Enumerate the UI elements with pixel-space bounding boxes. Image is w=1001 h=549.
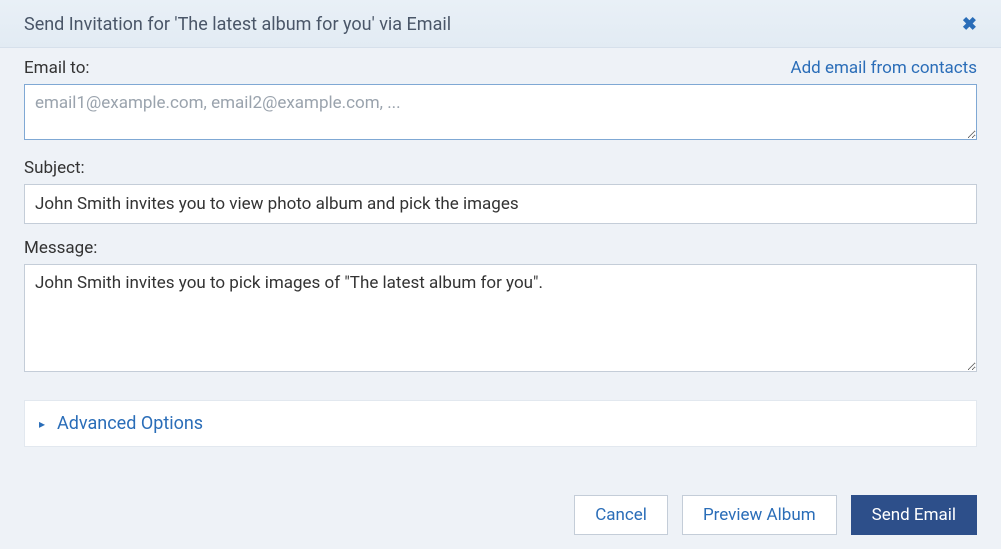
send-invitation-dialog: Send Invitation for 'The latest album fo… [0,0,1001,549]
dialog-header: Send Invitation for 'The latest album fo… [0,0,1001,48]
add-email-from-contacts-link[interactable]: Add email from contacts [791,58,978,78]
dialog-footer: Cancel Preview Album Send Email [0,477,1001,549]
email-label-row: Email to: Add email from contacts [24,58,977,78]
email-to-input[interactable] [24,84,977,140]
preview-album-button[interactable]: Preview Album [682,495,837,535]
subject-label: Subject: [24,158,85,178]
advanced-options-label: Advanced Options [57,413,203,434]
email-label: Email to: [24,58,90,78]
dialog-title: Send Invitation for 'The latest album fo… [24,14,451,35]
email-field-row: Email to: Add email from contacts [24,58,977,144]
caret-right-icon: ▸ [39,418,45,430]
send-email-button[interactable]: Send Email [851,495,977,535]
close-icon[interactable]: ✖ [962,16,977,34]
dialog-body: Email to: Add email from contacts Subjec… [0,48,1001,477]
subject-field-row: Subject: [24,158,977,224]
message-label-row: Message: [24,238,977,258]
message-field-row: Message: [24,238,977,376]
message-label: Message: [24,238,97,258]
cancel-button[interactable]: Cancel [574,495,668,535]
advanced-options-toggle[interactable]: ▸ Advanced Options [24,400,977,447]
message-input[interactable] [24,264,977,372]
subject-label-row: Subject: [24,158,977,178]
subject-input[interactable] [24,184,977,224]
